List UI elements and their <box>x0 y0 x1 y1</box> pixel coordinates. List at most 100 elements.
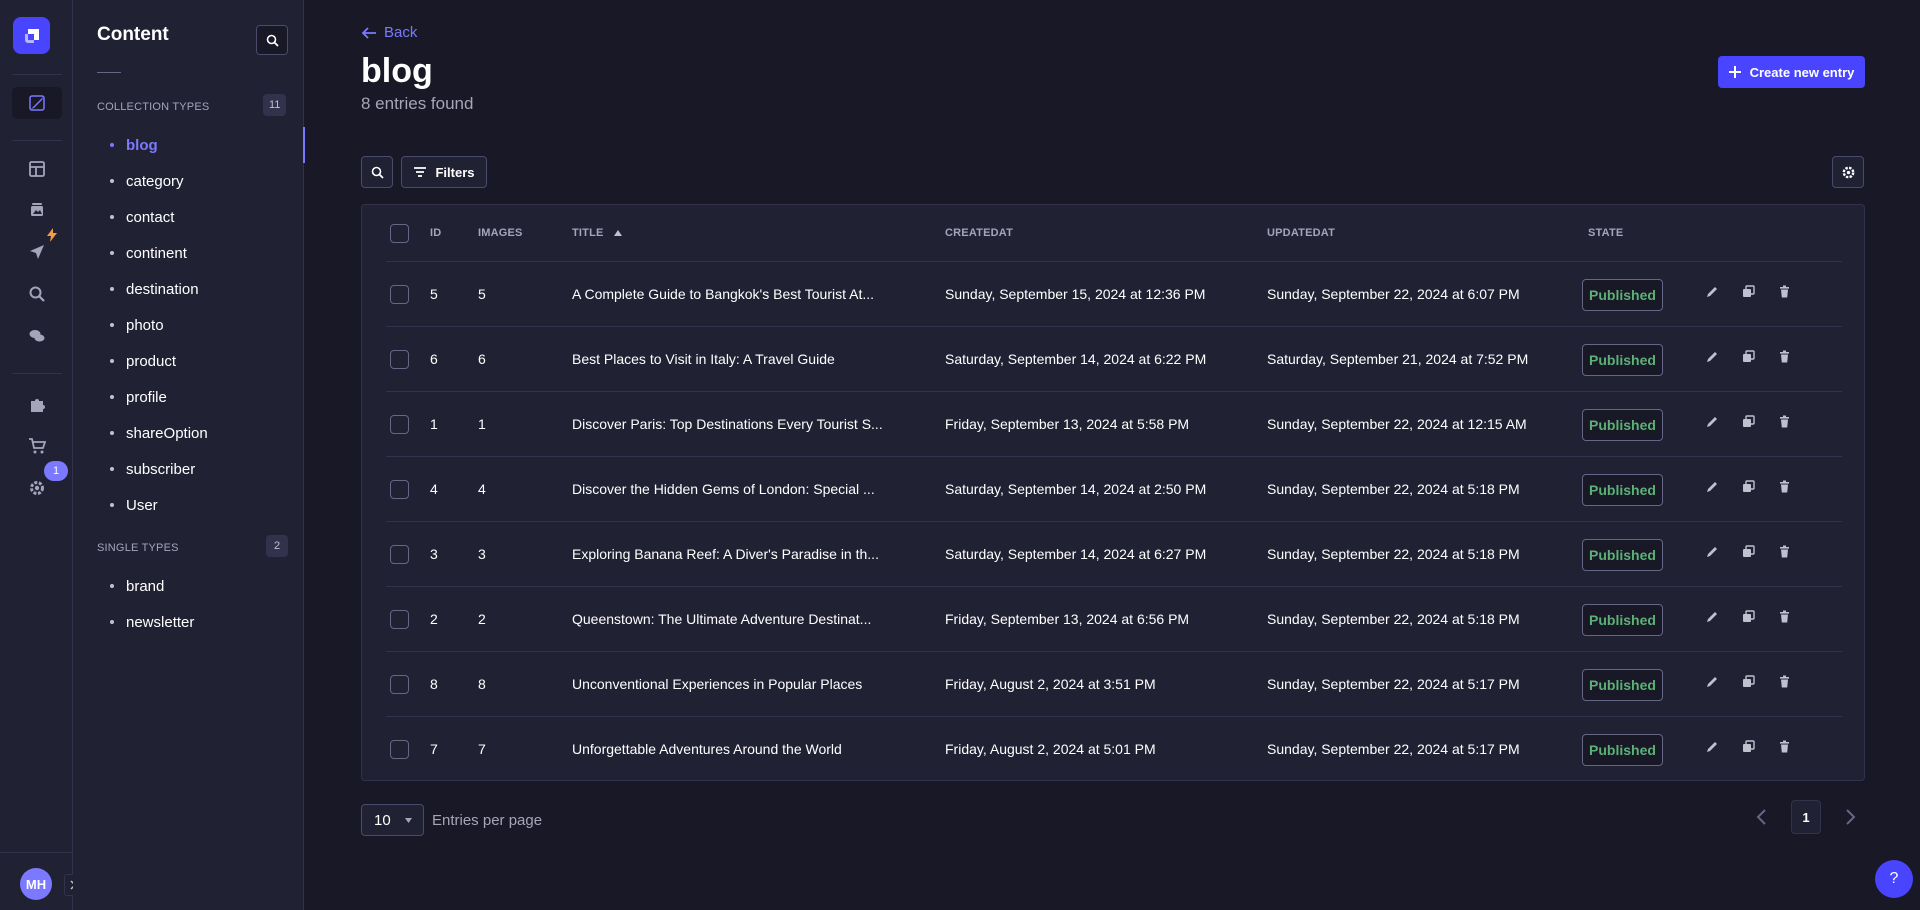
sidebar-item-photo[interactable]: photo <box>73 307 304 343</box>
sidebar-item-continent[interactable]: continent <box>73 235 304 271</box>
current-page-button[interactable]: 1 <box>1791 800 1821 834</box>
table-row[interactable]: 3 3 Exploring Banana Reef: A Diver's Parad… <box>386 522 1842 587</box>
sidebar-item-label: photo <box>126 316 164 334</box>
table-settings-button[interactable] <box>1832 156 1864 188</box>
sidebar-item-profile[interactable]: profile <box>73 379 304 415</box>
column-header-updatedat[interactable]: UPDATEDAT <box>1267 227 1335 239</box>
bullet-dot-icon <box>110 620 114 624</box>
next-page-icon[interactable] <box>1842 808 1858 826</box>
table-row[interactable]: 2 2 Queenstown: The Ultimate Adventure Des… <box>386 587 1842 652</box>
content-manager-nav[interactable] <box>12 87 62 119</box>
column-header-images[interactable]: IMAGES <box>478 227 523 239</box>
delete-button[interactable] <box>1776 610 1792 627</box>
column-header-createdat[interactable]: CREATEDAT <box>945 227 1013 239</box>
row-checkbox[interactable] <box>390 545 409 564</box>
cell-updatedat: Sunday, September 22, 2024 at 5:18 PM <box>1267 611 1520 627</box>
delete-button[interactable] <box>1776 285 1792 302</box>
marketplace-nav[interactable] <box>12 430 62 462</box>
sidebar-item-label: continent <box>126 244 187 262</box>
filters-button[interactable]: Filters <box>401 156 487 188</box>
edit-button[interactable] <box>1704 546 1720 562</box>
table-row[interactable]: 7 7 Unforgettable Adventures Around the Wo… <box>386 717 1842 782</box>
shopping-cart-icon <box>29 438 46 454</box>
help-button[interactable]: ? <box>1875 860 1913 898</box>
row-checkbox[interactable] <box>390 285 409 304</box>
pencil-icon <box>1706 350 1719 368</box>
table-row[interactable]: 5 5 A Complete Guide to Bangkok's Best Tou… <box>386 262 1842 327</box>
edit-button[interactable] <box>1704 416 1720 432</box>
back-label: Back <box>384 24 418 41</box>
row-checkbox[interactable] <box>390 740 409 759</box>
media-library-nav[interactable] <box>12 194 62 226</box>
sidebar-item-newsletter[interactable]: newsletter <box>73 604 304 640</box>
duplicate-button[interactable] <box>1740 545 1756 562</box>
row-checkbox[interactable] <box>390 480 409 499</box>
sidebar-item-shareoption[interactable]: shareOption <box>73 415 304 451</box>
duplicate-button[interactable] <box>1740 350 1756 367</box>
sidebar-item-subscriber[interactable]: subscriber <box>73 451 304 487</box>
edit-button[interactable] <box>1704 741 1720 757</box>
table-row[interactable]: 6 6 Best Places to Visit in Italy: A Trave… <box>386 327 1842 392</box>
delete-button[interactable] <box>1776 480 1792 498</box>
cell-createdat: Saturday, September 14, 2024 at 2:50 PM <box>945 481 1207 497</box>
select-all-checkbox[interactable] <box>390 224 409 243</box>
edit-button[interactable] <box>1704 611 1720 627</box>
entries-table: ID IMAGES TITLE CREATEDAT UPDATEDAT STAT… <box>361 204 1865 781</box>
table-search-button[interactable] <box>361 156 393 188</box>
content-type-builder-nav[interactable] <box>12 153 62 185</box>
cell-id: 1 <box>430 416 438 432</box>
search-icon <box>371 166 384 179</box>
status-badge: Published <box>1582 669 1663 701</box>
table-row[interactable]: 8 8 Unconventional Experiences in Popular … <box>386 652 1842 717</box>
sidebar-item-blog[interactable]: blog <box>73 127 305 163</box>
delete-button[interactable] <box>1776 740 1792 758</box>
comments-nav[interactable] <box>12 320 62 352</box>
sidebar-item-product[interactable]: product <box>73 343 304 379</box>
edit-button[interactable] <box>1704 676 1720 692</box>
delete-button[interactable] <box>1776 545 1792 562</box>
trash-icon <box>1778 740 1791 758</box>
duplicate-button[interactable] <box>1740 610 1756 627</box>
sidebar-item-destination[interactable]: destination <box>73 271 304 307</box>
strapi-logo[interactable] <box>13 17 50 54</box>
duplicate-button[interactable] <box>1740 285 1756 302</box>
sidebar-item-brand[interactable]: brand <box>73 568 304 604</box>
delete-button[interactable] <box>1776 415 1792 432</box>
edit-button[interactable] <box>1704 481 1720 497</box>
duplicate-button[interactable] <box>1740 740 1756 757</box>
avatar[interactable]: MH <box>20 868 52 900</box>
duplicate-button[interactable] <box>1740 480 1756 497</box>
row-checkbox[interactable] <box>390 415 409 434</box>
sidebar-item-category[interactable]: category <box>73 163 304 199</box>
row-checkbox[interactable] <box>390 610 409 629</box>
sidebar-item-contact[interactable]: contact <box>73 199 304 235</box>
column-header-id[interactable]: ID <box>430 227 441 239</box>
delete-button[interactable] <box>1776 350 1792 367</box>
pencil-icon <box>1706 415 1719 433</box>
rail-divider <box>12 74 62 75</box>
edit-button[interactable] <box>1704 286 1720 302</box>
duplicate-button[interactable] <box>1740 415 1756 432</box>
status-badge: Published <box>1582 279 1663 311</box>
back-link[interactable]: Back <box>361 24 417 41</box>
row-checkbox[interactable] <box>390 675 409 694</box>
sidebar-item-label: User <box>126 496 158 514</box>
column-header-title[interactable]: TITLE <box>572 227 622 239</box>
create-new-entry-button[interactable]: Create new entry <box>1718 56 1865 88</box>
column-header-state[interactable]: STATE <box>1588 227 1623 239</box>
sidebar-item-user[interactable]: User <box>73 487 304 523</box>
search-nav[interactable] <box>12 278 62 310</box>
delete-button[interactable] <box>1776 675 1792 692</box>
cell-id: 2 <box>430 611 438 627</box>
edit-button[interactable] <box>1704 351 1720 367</box>
previous-page-icon[interactable] <box>1754 808 1770 826</box>
row-checkbox[interactable] <box>390 350 409 369</box>
table-row[interactable]: 4 4 Discover the Hidden Gems of London: Sp… <box>386 457 1842 522</box>
duplicate-button[interactable] <box>1740 675 1756 692</box>
entries-per-page-select[interactable]: 10 <box>361 804 424 836</box>
trash-icon <box>1778 480 1791 498</box>
sidebar-search-button[interactable] <box>256 25 288 55</box>
plugins-nav[interactable] <box>12 389 62 421</box>
sidebar-item-label: newsletter <box>126 613 195 631</box>
table-row[interactable]: 1 1 Discover Paris: Top Destinations Every… <box>386 392 1842 457</box>
